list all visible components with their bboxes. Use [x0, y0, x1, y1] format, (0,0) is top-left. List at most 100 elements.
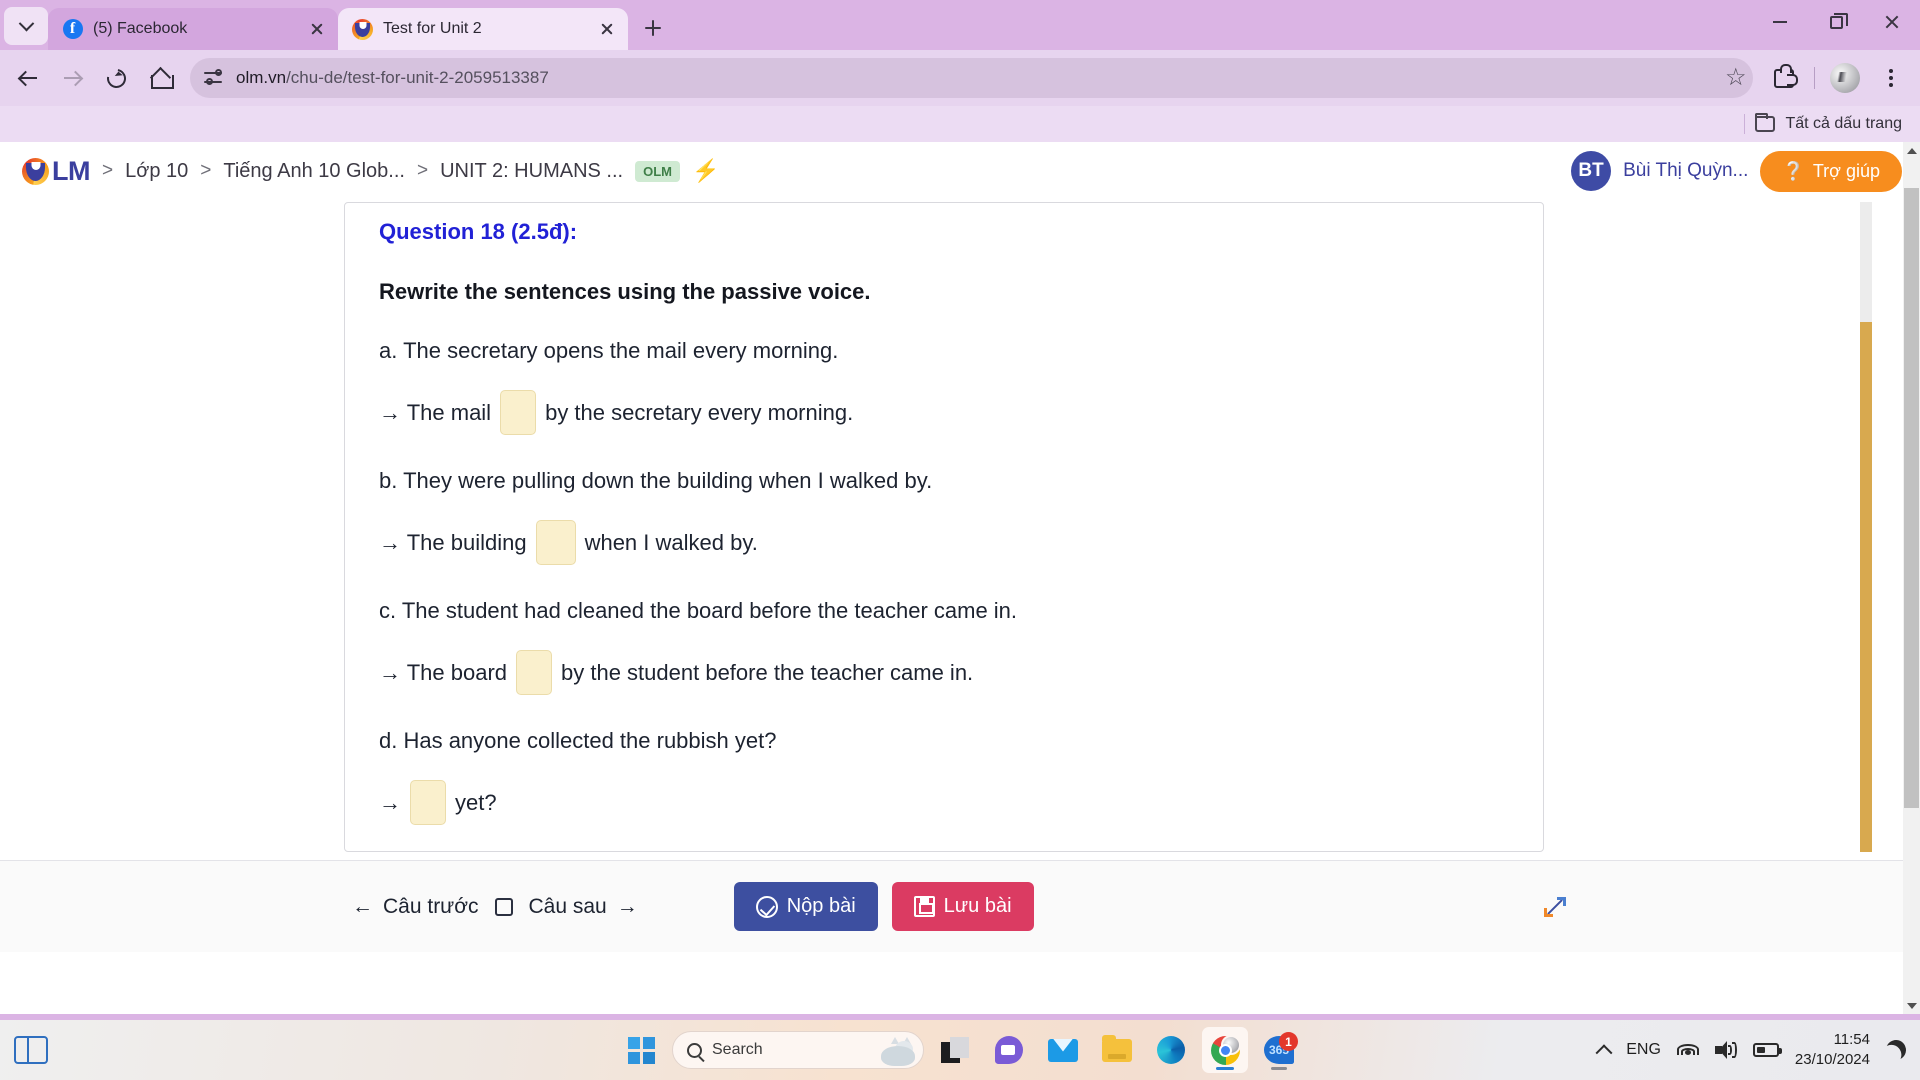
scroll-down-button[interactable] — [1903, 997, 1920, 1014]
help-button-label: Trợ giúp — [1812, 160, 1880, 181]
answer-blank-a[interactable] — [500, 390, 537, 435]
breadcrumb-separator: > — [416, 160, 429, 181]
arrow-right-icon — [63, 69, 82, 88]
close-tab-icon[interactable] — [596, 18, 618, 40]
wifi-icon[interactable] — [1676, 1042, 1699, 1058]
taskbar-office365[interactable]: 365 1 — [1256, 1027, 1302, 1073]
language-indicator[interactable]: ENG — [1626, 1041, 1661, 1059]
breadcrumb-item-unit[interactable]: UNIT 2: HUMANS ... — [440, 160, 623, 183]
battery-icon[interactable] — [1752, 1043, 1782, 1057]
answer-blank-b[interactable] — [535, 520, 576, 565]
clock[interactable]: 11:54 23/10/2024 — [1795, 1030, 1870, 1071]
answer-blank-c[interactable] — [516, 650, 553, 695]
page-scrollbar[interactable] — [1903, 142, 1920, 1014]
answer-suffix: when I walked by. — [584, 529, 758, 555]
scroll-up-button[interactable] — [1903, 142, 1920, 159]
answer-suffix: yet? — [455, 789, 497, 815]
breadcrumb-separator: > — [101, 160, 114, 181]
answer-prefix: → The mail — [379, 399, 492, 425]
close-tab-icon[interactable] — [306, 18, 328, 40]
arrow-left-icon: ← — [352, 894, 373, 918]
avatar — [1220, 1034, 1241, 1055]
prev-question-button[interactable]: ← Câu trước — [352, 895, 479, 919]
taskbar-mail[interactable] — [1040, 1027, 1086, 1073]
notifications-icon[interactable] — [1883, 1037, 1909, 1063]
search-placeholder: Search — [712, 1041, 763, 1058]
reload-icon — [102, 64, 130, 92]
answer-row-b: → The building when I walked by. — [379, 520, 1509, 565]
breadcrumb-item-subject[interactable]: Tiếng Anh 10 Glob... — [223, 160, 405, 183]
taskbar-snipping-tool[interactable] — [932, 1027, 978, 1073]
save-button[interactable]: Lưu bài — [891, 882, 1034, 931]
taskbar-apps: Search 365 1 — [618, 1027, 1302, 1073]
tab-test-for-unit-2[interactable]: Test for Unit 2 — [338, 8, 628, 50]
taskbar-chrome[interactable] — [1202, 1027, 1248, 1073]
search-input[interactable]: Search — [672, 1031, 924, 1069]
avatar[interactable]: BT — [1571, 151, 1612, 191]
question-scrollbar[interactable] — [1858, 202, 1874, 852]
next-question-button[interactable]: Câu sau → — [529, 895, 638, 919]
system-tray: ENG 11:54 23/10/2024 — [1595, 1030, 1909, 1071]
all-bookmarks-label[interactable]: Tất cả dấu trang — [1785, 115, 1902, 133]
arrow-right-icon: → — [616, 894, 638, 918]
running-indicator — [1216, 1067, 1234, 1070]
scrollbar-thumb[interactable] — [1904, 188, 1919, 808]
url-text: olm.vn/chu-de/test-for-unit-2-2059513387 — [236, 68, 549, 87]
show-hidden-icons-icon[interactable] — [1595, 1044, 1613, 1062]
close-window-button[interactable] — [1864, 0, 1920, 44]
user-name[interactable]: Bùi Thị Quỳn... — [1623, 160, 1748, 182]
toolbar-divider — [1814, 67, 1815, 89]
answer-suffix: by the student before the teacher came i… — [561, 659, 974, 685]
browser-toolbar: olm.vn/chu-de/test-for-unit-2-2059513387 — [0, 50, 1920, 106]
extensions-button[interactable] — [1763, 57, 1805, 99]
tab-facebook[interactable]: f (5) Facebook — [48, 8, 338, 50]
home-button[interactable] — [140, 58, 180, 98]
avatar — [1830, 63, 1860, 93]
edge-icon — [1157, 1036, 1185, 1064]
site-settings-icon[interactable] — [204, 69, 224, 87]
bookmark-star-icon[interactable] — [1725, 68, 1745, 88]
tab-search-button[interactable] — [4, 7, 48, 45]
chrome-menu-button[interactable] — [1870, 57, 1912, 99]
address-bar[interactable]: olm.vn/chu-de/test-for-unit-2-2059513387 — [190, 58, 1753, 98]
back-button[interactable] — [8, 58, 48, 98]
olm-icon — [352, 18, 373, 40]
scrollbar-thumb[interactable] — [1860, 322, 1872, 852]
breadcrumb-separator: > — [200, 160, 212, 181]
maximize-button[interactable] — [1808, 0, 1864, 44]
question-mark-icon: ❔ — [1782, 160, 1805, 181]
window-controls — [1752, 0, 1920, 44]
breadcrumb-item-grade[interactable]: Lớp 10 — [125, 160, 188, 183]
snow-leopard-icon — [873, 1034, 917, 1066]
submit-button[interactable]: Nộp bài — [733, 882, 878, 931]
running-indicator — [1271, 1067, 1287, 1070]
widgets-button[interactable] — [14, 1036, 48, 1064]
volume-icon[interactable] — [1714, 1041, 1737, 1059]
expand-fullscreen-button[interactable] — [1538, 890, 1572, 924]
help-button[interactable]: ❔ Trợ giúp — [1760, 150, 1902, 192]
minimize-button[interactable] — [1752, 0, 1808, 44]
web-page: LM > Lớp 10 > Tiếng Anh 10 Glob... > UNI… — [0, 142, 1920, 1014]
taskbar-teams[interactable] — [986, 1027, 1032, 1073]
profile-button[interactable] — [1824, 57, 1866, 99]
header-right: BT Bùi Thị Quỳn... ❔ Trợ giúp — [1571, 150, 1902, 192]
answer-blank-d[interactable] — [410, 780, 446, 825]
start-button[interactable] — [618, 1027, 664, 1073]
olm-logo-text: LM — [52, 155, 90, 186]
snipping-tool-icon — [941, 1037, 969, 1063]
floppy-disk-icon — [913, 896, 935, 917]
facebook-icon: f — [62, 19, 83, 40]
olm-logo[interactable]: LM — [22, 156, 90, 187]
search-icon — [687, 1042, 702, 1058]
kebab-menu-icon — [1881, 68, 1901, 88]
forward-button[interactable] — [52, 58, 92, 98]
taskbar-file-explorer[interactable] — [1094, 1027, 1140, 1073]
save-button-label: Lưu bài — [943, 895, 1012, 917]
taskbar-edge[interactable] — [1148, 1027, 1194, 1073]
question-list-icon[interactable] — [494, 897, 513, 916]
submit-save-group: Nộp bài Lưu bài — [733, 882, 1034, 931]
answer-prefix: → The board — [379, 659, 508, 685]
lightning-icon[interactable]: ⚡ — [692, 158, 719, 184]
reload-button[interactable] — [96, 58, 136, 98]
new-tab-icon[interactable] — [636, 11, 670, 45]
